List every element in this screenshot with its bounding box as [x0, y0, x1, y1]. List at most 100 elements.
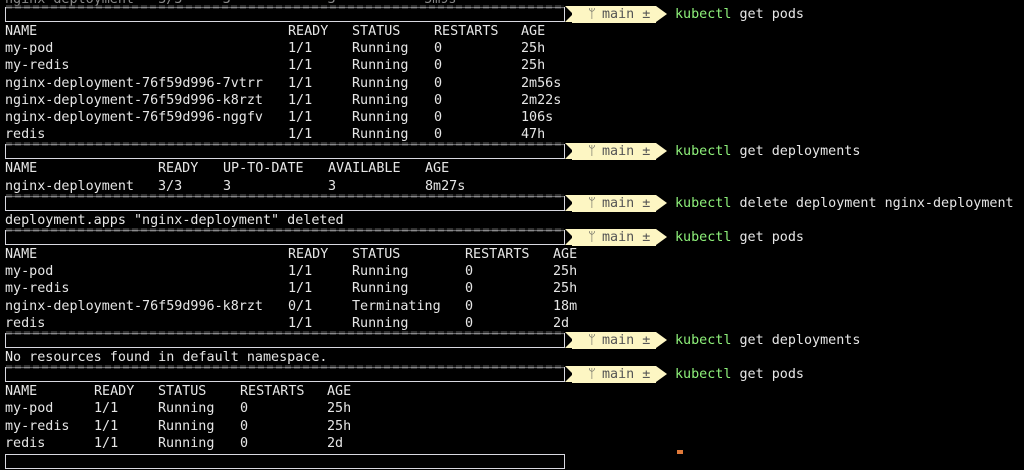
- prompt-line: [0, 453, 1024, 470]
- table-cell: 18m: [553, 298, 578, 314]
- table-cell: my-pod: [5, 264, 54, 280]
- prompt-line: ᛘ main ± kubectl get pods: [0, 5, 1024, 23]
- prompt-line: ᛘ main ± kubectl get deployments: [0, 330, 1024, 349]
- table-cell: 25h: [521, 41, 546, 57]
- prompt-line: ᛘ main ± kubectl get pods: [0, 365, 1024, 384]
- command-text[interactable]: kubectl get deployments: [675, 143, 860, 160]
- command-name: kubectl: [675, 7, 732, 22]
- table-cell: 106s: [521, 109, 554, 125]
- prompt-path-segment: [5, 330, 565, 348]
- table-cell: 2m56s: [521, 75, 562, 91]
- column-header: READY: [288, 24, 329, 40]
- command-args: get deployments: [731, 144, 861, 160]
- prompt-line: ᛘ main ± kubectl delete deployment nginx-d…: [0, 193, 1024, 212]
- table-cell: my-pod: [5, 401, 54, 417]
- column-header: AGE: [553, 247, 578, 263]
- table-cell: 0: [465, 298, 474, 314]
- table-cell: 1/1: [94, 401, 119, 417]
- command-args: get pods: [731, 7, 804, 22]
- table-cell: Running: [352, 281, 409, 297]
- table-cell: 0: [434, 58, 443, 74]
- table-cell: 3/3: [158, 178, 183, 194]
- table-cell: 0: [434, 109, 443, 125]
- command-output: No resources found in default namespace.: [5, 350, 328, 365]
- terminal-window[interactable]: nginx-deployment 3/3 3 3 5m9s ᛘ main ± kube…: [0, 0, 1024, 469]
- table-cell: 1/1: [94, 418, 119, 434]
- prompt-path-text: [6, 193, 564, 198]
- table-cell: 25h: [553, 264, 578, 280]
- table-cell: Running: [158, 418, 215, 434]
- prompt-separator: [656, 331, 667, 348]
- prompt-separator: [656, 194, 667, 211]
- table-cell: redis: [5, 127, 46, 143]
- table-cell: 1/1: [288, 315, 313, 331]
- prompt-path-text: [6, 142, 564, 147]
- prompt-separator: [656, 6, 667, 22]
- prompt-path-segment: [5, 193, 565, 211]
- command-text[interactable]: kubectl get pods: [675, 366, 804, 383]
- table-cell: Running: [158, 435, 215, 451]
- table-cell: 1/1: [288, 58, 313, 74]
- prompt-path-segment: [5, 227, 565, 245]
- column-header: STATUS: [352, 247, 401, 263]
- table-cell: my-redis: [5, 281, 70, 297]
- table-cell: Running: [352, 109, 409, 125]
- table-cell: 0/1: [288, 298, 313, 314]
- git-branch-name: main ±: [602, 332, 651, 348]
- prompt-git-segment: ᛘ main ±: [572, 228, 656, 246]
- prompt-git-segment: ᛘ main ±: [572, 194, 656, 212]
- command-args: get deployments: [731, 332, 861, 348]
- table-cell: Running: [352, 264, 409, 280]
- table-cell: 0: [434, 127, 443, 143]
- prompt-git-segment: ᛘ main ±: [572, 331, 656, 349]
- column-header: RESTARTS: [434, 24, 499, 40]
- table-cell: 47h: [521, 127, 546, 143]
- prompt-separator: [656, 366, 667, 383]
- git-branch-name: main ±: [602, 144, 651, 160]
- column-header: NAME: [5, 24, 38, 40]
- column-header: AVAILABLE: [328, 161, 401, 177]
- terminal-cursor: [677, 450, 683, 454]
- prompt-path-text: [6, 330, 564, 335]
- table-cell: nginx-deployment-76f59d996-k8rzt: [5, 92, 263, 108]
- table-cell: 0: [240, 435, 249, 451]
- command-name: kubectl: [675, 195, 732, 211]
- prompt-path-segment: [5, 5, 565, 22]
- column-header: READY: [288, 247, 329, 263]
- table-cell: redis: [5, 435, 46, 451]
- table-cell: 0: [434, 92, 443, 108]
- command-output: deployment.apps "nginx-deployment" delet…: [5, 212, 344, 228]
- column-header: RESTARTS: [465, 247, 530, 263]
- table-cell: Running: [352, 58, 409, 74]
- column-header: UP-TO-DATE: [223, 161, 304, 177]
- column-header: AGE: [425, 161, 450, 177]
- table-cell: 1/1: [288, 281, 313, 297]
- table-cell: Running: [352, 41, 409, 57]
- table-cell: 8m27s: [425, 178, 466, 194]
- table-cell: nginx-deployment-76f59d996-7vtrr: [5, 75, 263, 91]
- git-branch-name: main ±: [602, 229, 651, 245]
- table-cell: 2d: [327, 435, 344, 451]
- command-name: kubectl: [675, 332, 732, 348]
- column-header: STATUS: [158, 384, 207, 400]
- command-text[interactable]: kubectl get pods: [675, 229, 804, 246]
- table-cell: 2m22s: [521, 92, 562, 108]
- command-args: get pods: [731, 229, 804, 245]
- table-cell: 25h: [521, 58, 546, 74]
- table-cell: Running: [352, 92, 409, 108]
- table-cell: 2d: [553, 315, 570, 331]
- column-header: RESTARTS: [240, 384, 305, 400]
- git-branch-icon: ᛘ: [588, 144, 596, 160]
- command-text[interactable]: kubectl get deployments: [675, 332, 860, 349]
- column-header: NAME: [5, 247, 38, 263]
- command-text[interactable]: kubectl get pods: [675, 6, 804, 23]
- prompt-git-segment: ᛘ main ±: [572, 143, 656, 161]
- table-cell: Running: [158, 401, 215, 417]
- table-cell: Running: [352, 315, 409, 331]
- table-cell: 25h: [553, 281, 578, 297]
- table-cell: 3: [328, 178, 337, 194]
- command-text[interactable]: kubectl delete deployment nginx-deployme…: [675, 195, 1014, 212]
- column-header: AGE: [327, 384, 352, 400]
- column-header: STATUS: [352, 24, 401, 40]
- table-cell: 1/1: [288, 264, 313, 280]
